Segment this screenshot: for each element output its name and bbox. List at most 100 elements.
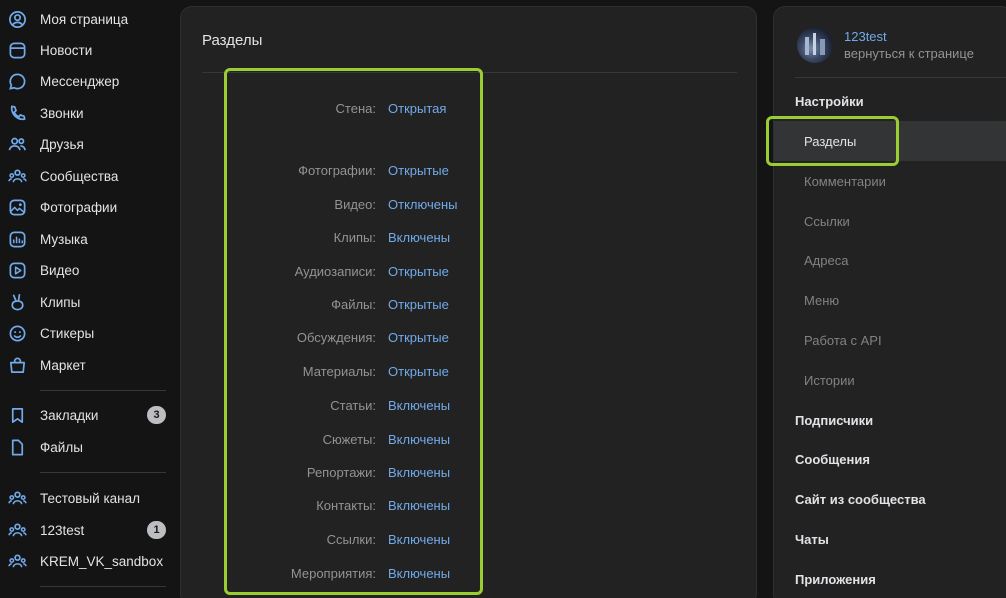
setting-label: Видео: <box>334 197 376 212</box>
nav-item-messenger[interactable]: Мессенджер <box>0 67 170 95</box>
nav-item-friends[interactable]: Друзья <box>0 130 170 158</box>
menu-item-comments[interactable]: Комментарии <box>804 174 886 189</box>
setting-value-link[interactable]: Включены <box>388 498 450 513</box>
nav-item-clips[interactable]: Клипы <box>0 288 170 316</box>
setting-label: Материалы: <box>302 364 376 379</box>
nav-item-label: KREM_VK_sandbox <box>40 553 164 569</box>
nav-item-label: Клипы <box>40 294 81 310</box>
nav-item-label: Тестовый канал <box>40 490 141 506</box>
nav-item-label: Сообщества <box>40 168 119 184</box>
setting-label: Фотографии: <box>298 163 376 178</box>
nav-item-video[interactable]: Видео <box>0 256 170 284</box>
setting-value-link[interactable]: Открытые <box>388 330 449 345</box>
nav-item-label: Закладки <box>40 407 99 423</box>
menu-item-stories[interactable]: Истории <box>804 373 855 388</box>
nav-item-group-test-channel[interactable]: Тестовый канал <box>0 484 170 512</box>
menu-item-messages[interactable]: Сообщения <box>795 452 870 467</box>
left-nav: Моя страница Новости Мессенджер Звонки Д… <box>0 0 170 598</box>
nav-item-label: Маркет <box>40 357 86 373</box>
nav-item-bookmarks[interactable]: Закладки 3 <box>0 401 170 429</box>
setting-row-clips: Клипы: Включены <box>181 228 758 248</box>
setting-label: Репортажи: <box>306 465 376 480</box>
setting-label: Файлы: <box>331 297 376 312</box>
nav-item-label: Звонки <box>40 105 84 121</box>
nav-item-my-page[interactable]: Моя страница <box>0 5 170 33</box>
music-icon <box>8 230 27 249</box>
nav-item-music[interactable]: Музыка <box>0 225 170 253</box>
setting-row-audio: Аудиозаписи: Открытые <box>181 262 758 282</box>
setting-row-links: Ссылки: Включены <box>181 530 758 550</box>
page-title: Разделы <box>202 32 263 49</box>
menu-item-links[interactable]: Ссылки <box>804 214 850 229</box>
setting-row-articles: Статьи: Включены <box>181 396 758 416</box>
setting-row-events: Мероприятия: Включены <box>181 564 758 584</box>
setting-label: Статьи: <box>330 398 376 413</box>
setting-label: Сюжеты: <box>322 432 376 447</box>
nav-divider <box>40 472 166 473</box>
menu-item-subscribers[interactable]: Подписчики <box>795 413 873 428</box>
menu-item-sections[interactable]: Разделы <box>804 134 856 149</box>
menu-item-settings[interactable]: Настройки <box>795 94 864 109</box>
news-icon <box>8 41 27 60</box>
counter-badge: 1 <box>147 521 166 539</box>
setting-value-link[interactable]: Включены <box>388 465 450 480</box>
back-to-page-link[interactable]: вернуться к странице <box>844 46 974 61</box>
nav-item-files[interactable]: Файлы <box>0 433 170 461</box>
setting-value-link[interactable]: Открытая <box>388 101 446 116</box>
setting-row-materials: Материалы: Открытые <box>181 362 758 382</box>
photo-icon <box>8 198 27 217</box>
menu-item-site[interactable]: Сайт из сообщества <box>795 492 926 507</box>
nav-item-news[interactable]: Новости <box>0 36 170 64</box>
setting-row-stories: Сюжеты: Включены <box>181 430 758 450</box>
setting-label: Стена: <box>335 101 376 116</box>
nav-item-stickers[interactable]: Стикеры <box>0 319 170 347</box>
setting-value-link[interactable]: Включены <box>388 532 450 547</box>
sections-card: Разделы Стена: Открытая Фотографии: Откр… <box>180 6 757 598</box>
communities-icon <box>8 167 27 186</box>
nav-item-label: Музыка <box>40 231 88 247</box>
setting-value-link[interactable]: Открытые <box>388 264 449 279</box>
setting-value-link[interactable]: Открытые <box>388 163 449 178</box>
setting-label: Ссылки: <box>326 532 376 547</box>
nav-item-label: 123test <box>40 522 85 538</box>
nav-item-label: Моя страница <box>40 11 129 27</box>
nav-item-photos[interactable]: Фотографии <box>0 193 170 221</box>
counter-badge: 3 <box>147 406 166 424</box>
group-icon <box>8 521 27 540</box>
menu-item-addresses[interactable]: Адреса <box>804 253 848 268</box>
setting-value-link[interactable]: Включены <box>388 432 450 447</box>
setting-value-link[interactable]: Отключены <box>388 197 457 212</box>
nav-item-market[interactable]: Маркет <box>0 351 170 379</box>
profile-name-link[interactable]: 123test <box>844 29 887 44</box>
nav-item-calls[interactable]: Звонки <box>0 99 170 127</box>
menu-item-chats[interactable]: Чаты <box>795 532 829 547</box>
nav-item-label: Файлы <box>40 439 83 455</box>
nav-item-label: Стикеры <box>40 325 95 341</box>
setting-value-link[interactable]: Включены <box>388 566 450 581</box>
friends-icon <box>8 135 27 154</box>
menu-item-menu[interactable]: Меню <box>804 293 839 308</box>
setting-row-photos: Фотографии: Открытые <box>181 161 758 181</box>
nav-item-communities[interactable]: Сообщества <box>0 162 170 190</box>
clips-icon <box>8 293 27 312</box>
nav-item-group-123test[interactable]: 123test 1 <box>0 516 170 544</box>
user-circle-icon <box>8 10 27 29</box>
nav-item-label: Друзья <box>40 136 84 152</box>
nav-item-label: Новости <box>40 42 93 58</box>
setting-label: Мероприятия: <box>290 566 376 581</box>
setting-value-link[interactable]: Открытые <box>388 297 449 312</box>
bookmark-icon <box>8 406 27 425</box>
phone-icon <box>8 104 27 123</box>
nav-item-group-krem-sandbox[interactable]: KREM_VK_sandbox <box>0 547 170 575</box>
setting-value-link[interactable]: Включены <box>388 230 450 245</box>
video-icon <box>8 261 27 280</box>
setting-value-link[interactable]: Включены <box>388 398 450 413</box>
setting-value-link[interactable]: Открытые <box>388 364 449 379</box>
sticker-icon <box>8 324 27 343</box>
menu-item-apps[interactable]: Приложения <box>795 572 876 587</box>
avatar[interactable] <box>797 27 833 63</box>
nav-item-label: Видео <box>40 262 80 278</box>
setting-label: Клипы: <box>333 230 376 245</box>
setting-label: Контакты: <box>316 498 376 513</box>
menu-item-api[interactable]: Работа с API <box>804 333 882 348</box>
